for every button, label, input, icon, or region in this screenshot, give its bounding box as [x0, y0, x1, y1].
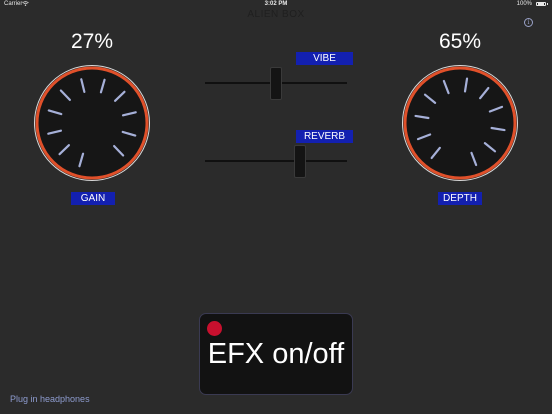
- gain-percent: 27%: [70, 30, 114, 53]
- clock: 3:02 PM: [264, 1, 288, 7]
- vibe-label: VIBE: [296, 52, 353, 65]
- app-title: ALIEN BOX: [247, 9, 305, 20]
- gain-label: GAIN: [71, 192, 115, 205]
- reverb-slider-thumb[interactable]: [294, 145, 307, 178]
- depth-label: DEPTH: [438, 192, 482, 205]
- battery-percent: 100%: [516, 1, 532, 7]
- info-icon[interactable]: i: [524, 18, 533, 27]
- battery-icon: [536, 2, 548, 6]
- depth-knob[interactable]: [400, 63, 520, 183]
- reverb-label: REVERB: [296, 130, 353, 143]
- headphones-hint: Plug in headphones: [10, 394, 90, 404]
- efx-label: EFX on/off: [207, 338, 345, 370]
- vibe-slider-thumb[interactable]: [270, 67, 282, 100]
- efx-status-led: [207, 321, 222, 336]
- depth-knob-graphic: [402, 65, 518, 181]
- gain-knob-graphic: [34, 65, 150, 181]
- gain-knob[interactable]: [32, 63, 152, 183]
- depth-percent: 65%: [438, 30, 482, 53]
- reverb-slider-track[interactable]: [205, 160, 347, 162]
- efx-toggle-button[interactable]: EFX on/off: [199, 313, 353, 395]
